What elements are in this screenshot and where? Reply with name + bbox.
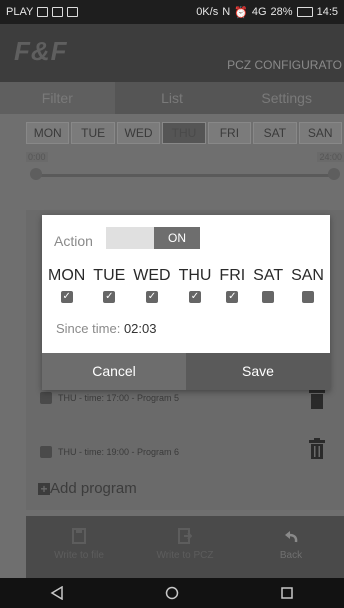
- day-checkbox[interactable]: ✓: [226, 291, 239, 303]
- cancel-button[interactable]: Cancel: [42, 353, 186, 390]
- dialog-day-thu: THU ✓: [178, 267, 212, 303]
- day-wed[interactable]: WED: [116, 122, 161, 144]
- dialog-day-fri: FRI ✓: [219, 267, 245, 303]
- dialog-day-san: SAN: [291, 267, 324, 303]
- trash-icon[interactable]: [308, 438, 326, 460]
- slider-start-handle[interactable]: [30, 168, 42, 180]
- tab-bar: Filter List Settings: [0, 82, 344, 114]
- nav-recent-icon[interactable]: [280, 586, 294, 600]
- clock: 14:5: [316, 6, 338, 18]
- dialog-day-tue: TUE ✓: [93, 267, 125, 303]
- signal-label: 4G: [251, 6, 267, 18]
- notification-icon: [52, 7, 64, 17]
- write-to-file-label: Write to file: [54, 550, 104, 561]
- add-program-button[interactable]: + Add program: [38, 480, 137, 497]
- day-label: THU: [178, 267, 212, 284]
- page-title: PCZ CONFIGURATO: [227, 58, 342, 72]
- network-speed: 0K/s: [196, 6, 219, 18]
- day-checkbox[interactable]: ✓: [103, 291, 116, 303]
- trash-icon[interactable]: [308, 388, 326, 410]
- list-item-label: THU - time: 17:00 - Program 5: [58, 393, 180, 403]
- list-item[interactable]: THU - time: 17:00 - Program 5: [40, 392, 179, 404]
- day-mon[interactable]: MON: [26, 122, 70, 144]
- save-button[interactable]: Save: [186, 353, 330, 390]
- carrier-label: PLAY: [6, 6, 34, 18]
- battery-icon: [296, 7, 313, 17]
- list-item[interactable]: THU - time: 19:00 - Program 6: [40, 446, 179, 458]
- since-time-value: 02:03: [123, 321, 157, 336]
- day-san[interactable]: SAN: [298, 122, 342, 144]
- day-checkbox[interactable]: ✓: [189, 291, 201, 303]
- notification-icon: [67, 7, 79, 17]
- write-to-pcz-label: Write to PCZ: [156, 550, 214, 561]
- nav-home-icon[interactable]: [165, 586, 179, 600]
- day-fri[interactable]: FRI: [207, 122, 252, 144]
- day-checkbox[interactable]: [301, 291, 314, 303]
- app-header: F&F PCZ CONFIGURATO: [0, 24, 344, 82]
- plus-icon: +: [38, 483, 50, 495]
- day-tue[interactable]: TUE: [71, 122, 115, 144]
- bottom-action-bar: Write to file Write to PCZ Back: [26, 516, 344, 578]
- nfc-icon: N: [222, 6, 231, 18]
- action-toggle[interactable]: ON: [106, 227, 200, 249]
- day-checkbox[interactable]: ✓: [145, 291, 158, 303]
- tab-settings[interactable]: Settings: [229, 82, 344, 114]
- slider-max-label: 24:00: [317, 152, 344, 162]
- item-checkbox[interactable]: [40, 446, 52, 458]
- alarm-icon: ⏰: [234, 6, 248, 19]
- toggle-state: ON: [154, 227, 200, 249]
- day-sat[interactable]: SAT: [253, 122, 297, 144]
- save-file-icon: [72, 528, 86, 544]
- dialog-day-wed: WED ✓: [133, 267, 171, 303]
- item-checkbox[interactable]: [40, 392, 52, 404]
- list-item-label: THU - time: 19:00 - Program 6: [58, 447, 180, 457]
- system-nav-bar: [0, 578, 344, 608]
- day-thu[interactable]: THU: [162, 122, 206, 144]
- export-icon: [178, 528, 192, 544]
- add-program-label: Add program: [50, 480, 137, 497]
- action-label: Action: [54, 233, 93, 249]
- day-label: TUE: [93, 267, 126, 284]
- notification-icon: [37, 7, 49, 17]
- status-bar: PLAY 0K/s N ⏰ 4G 28% 14:5: [0, 0, 344, 24]
- day-label: FRI: [219, 267, 246, 284]
- program-dialog: Action ON MON ✓ TUE ✓ WED ✓ THU ✓ FRI ✓ …: [42, 215, 330, 390]
- day-label: MON: [48, 267, 86, 284]
- day-label: WED: [133, 267, 171, 284]
- time-range-slider[interactable]: 0:00 24:00: [26, 150, 344, 190]
- slider-track: [36, 174, 336, 177]
- day-label: SAN: [291, 267, 324, 284]
- back-button[interactable]: Back: [238, 516, 344, 578]
- day-filter: MON TUE WED THU FRI SAT SAN: [26, 122, 344, 144]
- battery-level: 28%: [270, 6, 293, 18]
- dialog-day-selector: MON ✓ TUE ✓ WED ✓ THU ✓ FRI ✓ SAT SAN: [48, 267, 324, 303]
- since-time-field[interactable]: Since time: 02:03: [56, 321, 156, 336]
- day-checkbox[interactable]: ✓: [60, 291, 73, 303]
- tab-list[interactable]: List: [115, 82, 230, 114]
- dialog-day-mon: MON ✓: [48, 267, 85, 303]
- dialog-day-sat: SAT: [253, 267, 283, 303]
- brand-logo: F&F: [14, 36, 68, 66]
- back-label: Back: [279, 550, 303, 561]
- back-arrow-icon: [285, 531, 298, 543]
- write-to-file-button[interactable]: Write to file: [26, 516, 132, 578]
- since-time-label: Since time:: [56, 321, 121, 336]
- tab-filter[interactable]: Filter: [0, 82, 115, 114]
- slider-min-label: 0:00: [26, 152, 48, 162]
- nav-back-icon[interactable]: [50, 586, 64, 600]
- write-to-pcz-button[interactable]: Write to PCZ: [132, 516, 238, 578]
- day-label: SAT: [253, 267, 284, 284]
- slider-end-handle[interactable]: [328, 168, 340, 180]
- day-checkbox[interactable]: [262, 291, 275, 303]
- dialog-buttons: Cancel Save: [42, 353, 330, 390]
